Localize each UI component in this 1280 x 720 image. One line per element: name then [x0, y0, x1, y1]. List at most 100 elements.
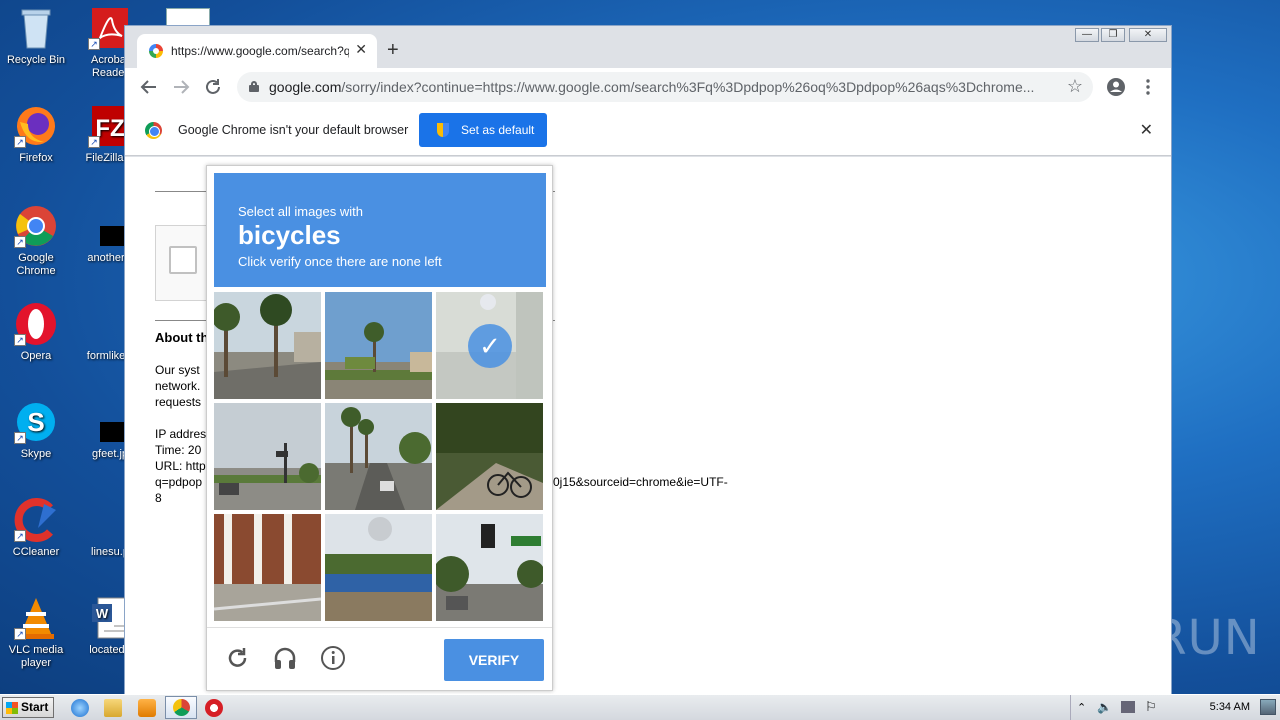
- infobar-close-icon[interactable]: ✕: [1140, 120, 1153, 140]
- desktop-icon-vlc[interactable]: ↗ VLC media player: [1, 596, 71, 670]
- network-icon[interactable]: [1121, 701, 1135, 713]
- set-default-label: Set as default: [461, 123, 535, 137]
- opera-taskbar-icon[interactable]: [205, 699, 223, 717]
- url-line-tail: 0j15&sourceid=chrome&ie=UTF-: [553, 475, 728, 489]
- infobar-message: Google Chrome isn't your default browser: [178, 123, 409, 137]
- restore-button[interactable]: ❐: [1101, 28, 1125, 42]
- url-host: google.com: [269, 79, 342, 95]
- minimize-button[interactable]: —: [1075, 28, 1099, 42]
- image-tile[interactable]: [325, 403, 432, 510]
- desktop-icon-recycle-bin[interactable]: Recycle Bin: [1, 6, 71, 67]
- default-browser-infobar: Google Chrome isn't your default browser…: [125, 106, 1171, 156]
- forward-button[interactable]: [170, 76, 192, 98]
- challenge-target: bicycles: [238, 220, 341, 250]
- url-line-end: 8: [155, 491, 162, 505]
- document-icon[interactable]: [166, 8, 210, 26]
- about-text-line: requests: [155, 395, 202, 409]
- reload-button[interactable]: [202, 76, 224, 98]
- url-line: URL: http: [155, 459, 206, 473]
- image-tile[interactable]: [214, 292, 321, 399]
- close-window-button[interactable]: ✕: [1129, 28, 1167, 42]
- skype-icon: S ↗: [14, 400, 58, 444]
- bookmark-star-icon[interactable]: ☆: [1067, 76, 1083, 97]
- selected-check-icon: ✓: [468, 324, 512, 368]
- desktop-icon-firefox[interactable]: ↗ Firefox: [1, 104, 71, 165]
- chrome-icon: [173, 699, 190, 716]
- reload-challenge-icon[interactable]: [224, 644, 252, 672]
- folder-icon[interactable]: [104, 699, 122, 717]
- image-tile[interactable]: [436, 514, 543, 621]
- internet-explorer-icon[interactable]: [71, 699, 89, 717]
- volume-icon[interactable]: 🔈: [1097, 700, 1112, 714]
- challenge-prompt: Select all images with: [238, 204, 363, 219]
- chrome-icon: [145, 122, 162, 139]
- desktop-icon-ccleaner[interactable]: ↗ CCleaner: [1, 498, 71, 559]
- shield-icon: [437, 123, 449, 137]
- desktop-icon-label: Google Chrome: [16, 252, 56, 277]
- ip-address-line: IP addres: [155, 427, 207, 441]
- lock-icon: [249, 81, 259, 92]
- back-button[interactable]: [138, 76, 160, 98]
- url-path: /sorry/index?continue=https://www.google…: [341, 79, 1035, 95]
- chrome-icon: ↗: [14, 204, 58, 248]
- windows-logo-icon: [6, 702, 18, 714]
- image-tile[interactable]: [325, 514, 432, 621]
- google-favicon-icon: [149, 44, 163, 58]
- desktop-icon-label: Firefox: [19, 152, 53, 164]
- show-hidden-icons[interactable]: ⌃: [1077, 701, 1086, 714]
- start-label: Start: [21, 700, 49, 714]
- desktop-icon-label: Opera: [20, 350, 52, 362]
- action-center-flag-icon[interactable]: ⚐: [1145, 699, 1157, 715]
- desktop-icon-opera[interactable]: ↗ Opera: [1, 302, 71, 363]
- recaptcha-challenge: Select all images with bicycles Click ve…: [206, 165, 553, 691]
- url-line-continued: q=pdpop: [155, 475, 203, 489]
- desktop-icon-chrome[interactable]: ↗ Google Chrome: [1, 204, 71, 278]
- tab-close-icon[interactable]: ✕: [355, 41, 367, 58]
- info-icon[interactable]: [319, 644, 347, 672]
- audio-challenge-icon[interactable]: [271, 644, 299, 672]
- image-tile[interactable]: [325, 292, 432, 399]
- challenge-footer: VERIFY: [207, 627, 552, 690]
- image-grid: ✓: [214, 292, 546, 624]
- challenge-instruction: Click verify once there are none left: [238, 254, 442, 269]
- challenge-header: Select all images with bicycles Click ve…: [214, 173, 546, 287]
- taskbar-chrome-button[interactable]: [165, 696, 197, 719]
- account-icon: [1107, 78, 1125, 96]
- about-text-line: network.: [155, 379, 201, 393]
- media-player-icon[interactable]: [138, 699, 156, 717]
- vlc-icon: ↗: [14, 596, 58, 640]
- recycle-bin-icon: [14, 6, 58, 50]
- svg-text:W: W: [96, 606, 109, 621]
- opera-icon: ↗: [14, 302, 58, 346]
- set-default-button[interactable]: Set as default: [419, 113, 547, 147]
- time-line: Time: 20: [155, 443, 202, 457]
- browser-tab[interactable]: https://www.google.com/search?q= ✕: [137, 34, 377, 68]
- desktop-icon-label: Skype: [20, 448, 52, 460]
- desktop-icon-label: Recycle Bin: [6, 54, 66, 66]
- taskbar: Start ⌃ 🔈 ⚐ 5:34 AM: [0, 694, 1280, 720]
- tab-strip: https://www.google.com/search?q= ✕ + — ❐…: [125, 26, 1171, 68]
- reload-icon: [206, 79, 220, 94]
- menu-button[interactable]: [1137, 76, 1159, 98]
- desktop-icon-skype[interactable]: S ↗ Skype: [1, 400, 71, 461]
- verify-button[interactable]: VERIFY: [444, 639, 544, 681]
- tab-title: https://www.google.com/search?q=: [171, 44, 349, 58]
- image-tile[interactable]: ✓: [436, 292, 543, 399]
- image-tile[interactable]: [214, 514, 321, 621]
- clock[interactable]: 5:34 AM: [1210, 701, 1250, 713]
- svg-text:S: S: [27, 407, 44, 437]
- desktop-icon-label: CCleaner: [12, 546, 60, 558]
- new-tab-button[interactable]: +: [387, 39, 399, 62]
- address-bar[interactable]: google.com/sorry/index?continue=https://…: [237, 72, 1093, 102]
- ccleaner-icon: ↗: [14, 498, 58, 542]
- about-heading: About th: [155, 330, 209, 345]
- firefox-icon: ↗: [14, 104, 58, 148]
- image-tile[interactable]: [436, 403, 543, 510]
- forward-arrow-icon: [174, 80, 190, 94]
- image-tile[interactable]: [214, 403, 321, 510]
- more-vert-icon: [1146, 79, 1150, 95]
- recaptcha-checkbox[interactable]: [169, 246, 197, 274]
- show-desktop-button[interactable]: [1260, 699, 1276, 715]
- profile-button[interactable]: [1105, 76, 1127, 98]
- start-button[interactable]: Start: [2, 697, 54, 718]
